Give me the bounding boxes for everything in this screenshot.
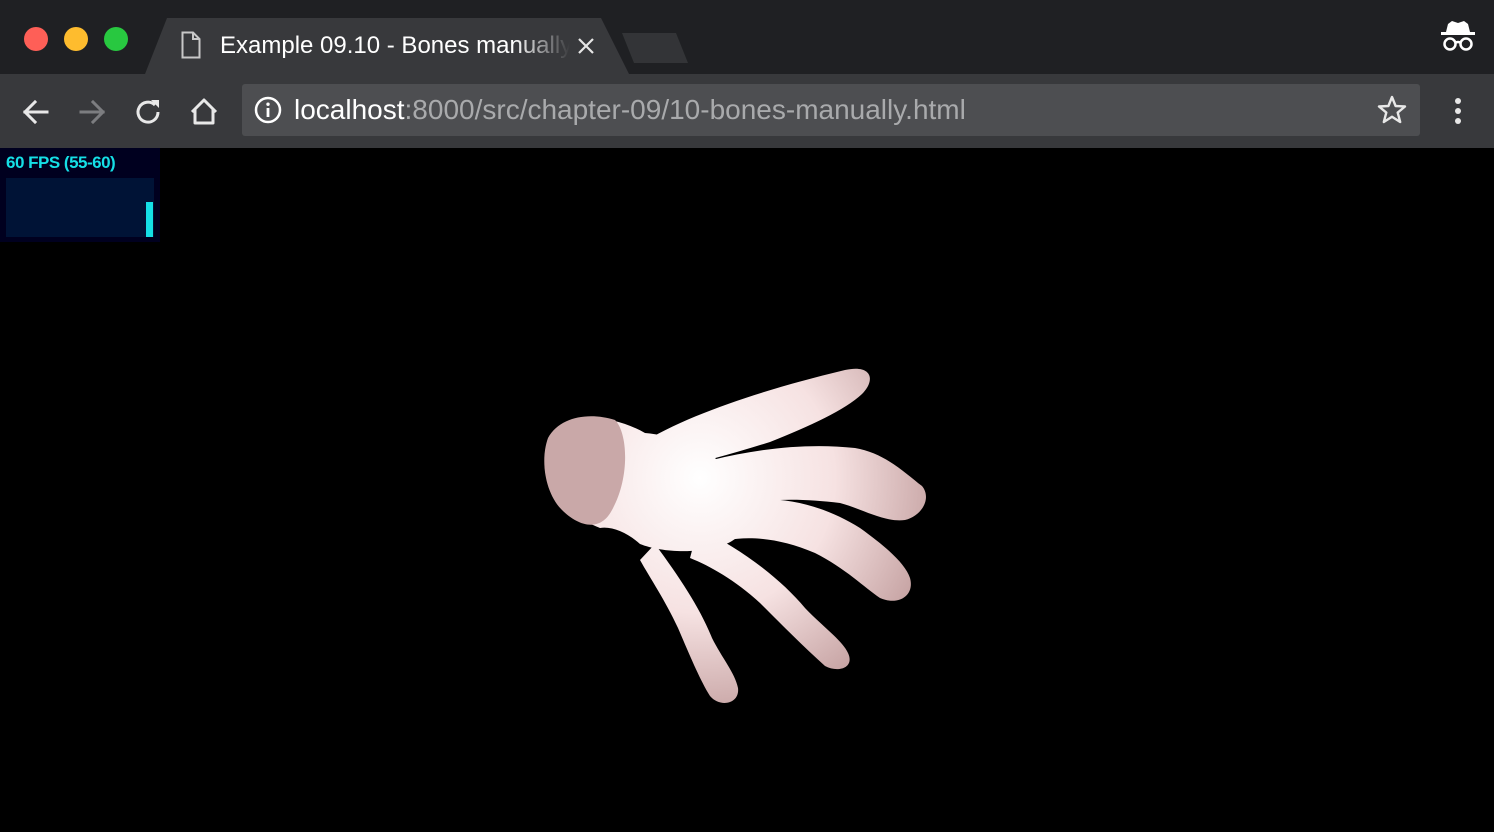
arrow-right-icon [79, 99, 106, 125]
tab-active[interactable]: Example 09.10 - Bones manually [145, 18, 629, 74]
home-icon [190, 98, 218, 125]
tab-close-icon[interactable] [575, 35, 597, 57]
arrow-left-icon [22, 99, 49, 125]
vertical-dots-icon [1455, 98, 1461, 124]
url-host: localhost [294, 94, 405, 125]
browser-window: Example 09.10 - Bones manually localhost… [0, 0, 1494, 832]
window-minimize-button[interactable] [64, 27, 88, 51]
incognito-icon [1438, 18, 1478, 58]
reload-button[interactable] [128, 92, 168, 132]
bookmark-star-icon[interactable] [1376, 94, 1408, 126]
back-button[interactable] [16, 92, 56, 132]
forward-button[interactable] [72, 92, 112, 132]
window-maximize-button[interactable] [104, 27, 128, 51]
fps-graph-bar [146, 202, 153, 237]
window-close-button[interactable] [24, 27, 48, 51]
webgl-canvas[interactable] [0, 148, 1494, 832]
new-tab-button[interactable] [622, 33, 688, 63]
fps-graph [6, 178, 154, 237]
fps-label: 60 FPS (55-60) [6, 153, 116, 172]
browser-toolbar: localhost:8000/src/chapter-09/10-bones-m… [0, 74, 1494, 148]
reload-icon [136, 100, 160, 124]
url-path: :8000/src/chapter-09/10-bones-manually.h… [404, 94, 966, 125]
tab-strip: Example 09.10 - Bones manually [0, 0, 1494, 74]
home-button[interactable] [184, 92, 224, 132]
info-icon[interactable] [254, 96, 282, 124]
hand-model [544, 368, 926, 703]
address-bar[interactable]: localhost:8000/src/chapter-09/10-bones-m… [242, 84, 1420, 136]
url-text[interactable]: localhost:8000/src/chapter-09/10-bones-m… [294, 94, 966, 126]
browser-menu-button[interactable] [1444, 92, 1472, 132]
page-viewport[interactable]: 60 FPS (55-60) [0, 148, 1494, 832]
document-icon [181, 31, 201, 59]
fps-stats-panel[interactable]: 60 FPS (55-60) [0, 148, 160, 242]
tab-title: Example 09.10 - Bones manually [220, 32, 570, 59]
